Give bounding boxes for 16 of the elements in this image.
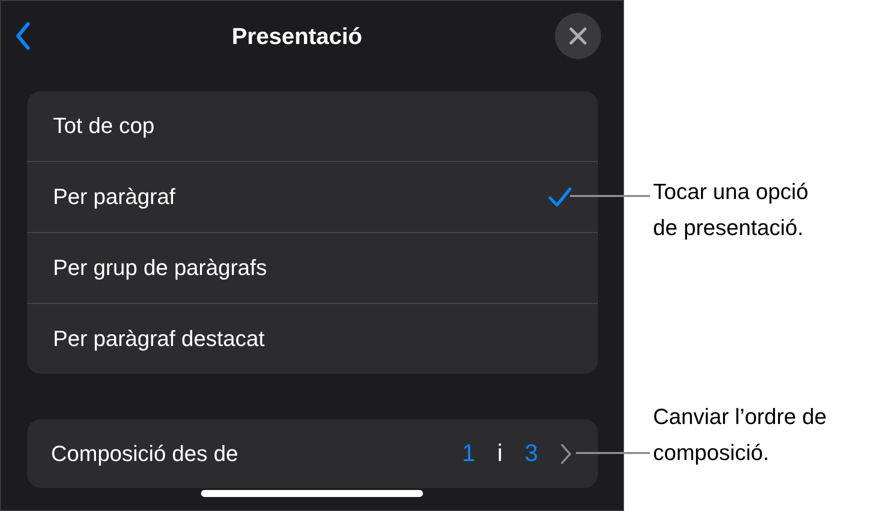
callout-text: Canviar l’ordre de composició.	[653, 403, 828, 467]
build-order-row[interactable]: Composició des de 1 i 3	[27, 419, 598, 488]
option-item[interactable]: Tot de cop	[53, 113, 155, 139]
option-item[interactable]: Per paràgraf destacat	[53, 326, 265, 352]
close-button[interactable]	[555, 13, 601, 59]
back-chevron-icon	[15, 22, 31, 50]
option-item[interactable]: Per grup de paràgrafs	[53, 255, 268, 281]
end-number[interactable]: 3	[524, 440, 538, 468]
close-icon	[569, 27, 587, 45]
option-item[interactable]: Per paràgraf	[53, 184, 176, 210]
separator-text: i	[497, 440, 503, 468]
build-order-label: Composició des de	[51, 440, 238, 466]
panel-title: Presentació	[232, 22, 362, 50]
chevron-icon	[560, 442, 572, 464]
start-number[interactable]: 1	[462, 440, 476, 468]
callout-text: Tocar una opció de presentació.	[653, 178, 810, 242]
